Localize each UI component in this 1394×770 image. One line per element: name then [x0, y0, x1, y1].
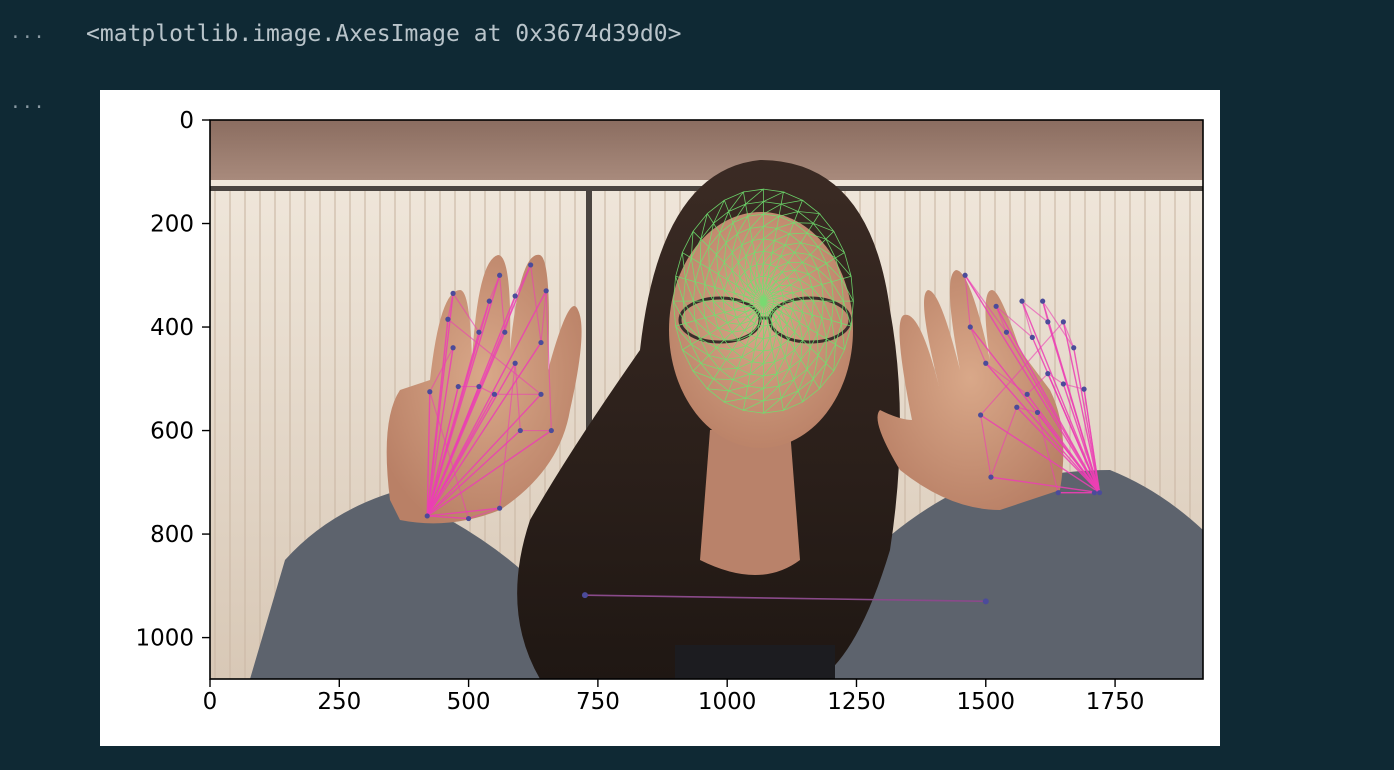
- figure-canvas: 0 250 500 750 1000 1250 1500 1750 0 200 400 600 800…: [135, 108, 1204, 715]
- pose-landmark-point: [581, 592, 588, 599]
- hand-landmark-point: [1040, 298, 1046, 304]
- hand-landmark-point: [1060, 319, 1066, 325]
- hand-landmark-point: [1055, 490, 1061, 496]
- x-axis: 0 250 500 750 1000 1250 1500 1750: [203, 679, 1145, 715]
- y-tick-label: 200: [150, 212, 194, 238]
- hand-landmark-point: [1060, 381, 1066, 387]
- hand-landmark-point: [538, 391, 544, 397]
- hand-landmark-point: [978, 412, 984, 418]
- hand-landmark-point: [538, 339, 544, 346]
- hand-landmark-point: [1071, 345, 1077, 351]
- face-mesh-overlay: [672, 188, 854, 414]
- hand-landmark-point: [1014, 404, 1020, 410]
- webcam-frame-with-face-mesh-and-hand-landmarks: [210, 120, 1203, 679]
- hand-landmark-point: [465, 515, 472, 522]
- x-tick-label: 1000: [698, 689, 757, 715]
- hand-landmark-point: [1045, 371, 1051, 377]
- x-tick-label: 750: [576, 689, 620, 715]
- hand-landmark-point: [548, 427, 554, 434]
- hand-landmark-point: [476, 329, 482, 335]
- hand-landmark-point: [1034, 409, 1041, 416]
- hand-landmark-point: [1096, 490, 1103, 496]
- hand-landmark-point: [497, 272, 503, 278]
- hand-landmark-point: [1081, 386, 1087, 392]
- x-tick-label: 500: [447, 689, 491, 715]
- hand-landmark-point: [424, 513, 430, 519]
- hand-landmark-point: [983, 360, 989, 366]
- hand-landmark-point: [1091, 490, 1097, 496]
- hand-landmark-point: [988, 474, 994, 480]
- y-tick-label: 800: [150, 522, 194, 548]
- y-tick-label: 600: [150, 419, 194, 445]
- y-tick-label: 400: [150, 315, 194, 341]
- hand-landmark-point: [517, 427, 523, 434]
- hand-landmark-point: [1003, 329, 1010, 335]
- output-repr-text: <matplotlib.image.AxesImage at 0x3674d39…: [86, 21, 682, 47]
- hand-landmark-point: [993, 303, 999, 309]
- x-tick-label: 1500: [957, 689, 1016, 715]
- matplotlib-figure: 0 250 500 750 1000 1250 1500 1750 0 200 400 600 800…: [100, 90, 1220, 746]
- hand-landmark-point: [476, 383, 482, 390]
- hand-landmark-point: [497, 505, 503, 511]
- hand-landmark-point: [486, 298, 492, 304]
- x-tick-label: 1750: [1086, 689, 1145, 715]
- hand-landmark-point: [491, 391, 498, 397]
- y-tick-label: 1000: [135, 626, 194, 652]
- hand-landmark-point: [502, 329, 508, 335]
- pose-landmark-point: [982, 598, 989, 605]
- hand-landmark-point: [962, 272, 968, 278]
- hand-landmark-point: [445, 316, 451, 322]
- x-tick-label: 0: [203, 689, 218, 715]
- hand-landmark-point: [450, 290, 456, 296]
- hand-landmark-point: [528, 262, 534, 268]
- hand-landmark-point: [427, 389, 433, 395]
- y-tick-label: 0: [179, 108, 194, 134]
- hand-landmark-point: [1045, 319, 1051, 325]
- output-collapse-toggle[interactable]: ...: [10, 22, 46, 43]
- hand-landmark-point: [512, 360, 518, 366]
- hand-landmark-point: [1029, 334, 1035, 340]
- x-tick-label: 250: [317, 689, 361, 715]
- hand-landmark-point: [1019, 298, 1025, 304]
- output-collapse-toggle-figure[interactable]: ...: [10, 92, 46, 113]
- hand-landmark-point: [543, 288, 549, 294]
- hand-landmark-point: [450, 345, 456, 351]
- hand-landmark-point: [512, 293, 518, 299]
- y-axis: 0 200 400 600 800 1000: [135, 108, 210, 652]
- hand-landmark-point: [967, 324, 973, 330]
- hand-landmark-point: [455, 383, 461, 390]
- x-tick-label: 1250: [827, 689, 886, 715]
- hand-landmark-point: [1024, 391, 1030, 397]
